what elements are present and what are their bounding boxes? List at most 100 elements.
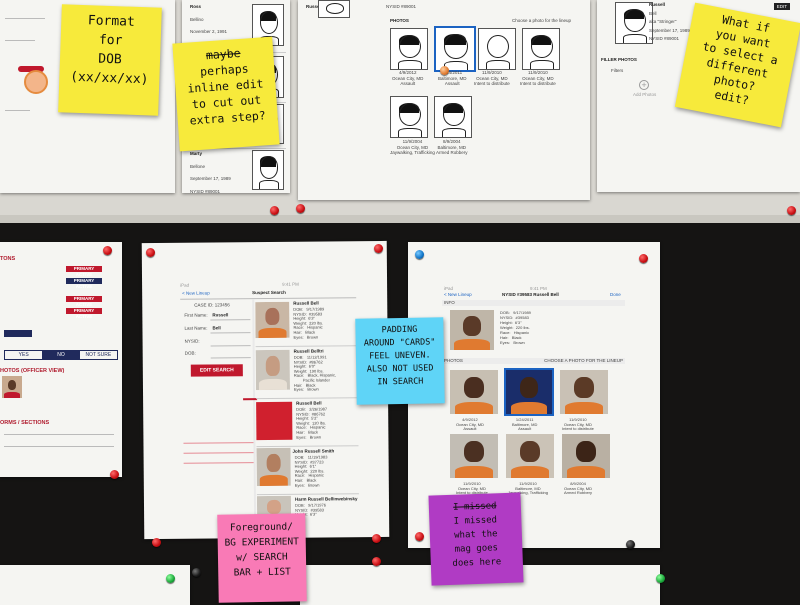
result-card-2[interactable]: Russell Belltri DOB: 11/12/1991 NYSID: #… — [255, 347, 358, 396]
wire-line — [5, 40, 35, 41]
sticky-padding: PADDING AROUND "CARDS" FEEL UNEVEN. ALSO… — [355, 317, 445, 405]
back-link[interactable]: < New Lineup — [444, 292, 472, 298]
wire-line — [5, 18, 45, 19]
last-name-label: Last Name: — [184, 325, 208, 331]
photo-caption: 11/9/2004 Ocean City, MD Jaywalking, Tra… — [390, 139, 435, 155]
primary-button[interactable]: PRIMARY ACTIVE — [66, 296, 102, 307]
field-underline — [210, 345, 251, 347]
photo-thumb-5[interactable] — [390, 96, 428, 138]
subject-photo — [450, 310, 494, 350]
entry-dob: September 17, 1989 — [190, 176, 231, 181]
first-name-label: First Name: — [184, 312, 208, 318]
dark-button[interactable] — [4, 330, 32, 337]
push-pin-icon — [146, 248, 155, 257]
photos-hint: CHOOSE A PHOTO FOR THE LINEUP — [544, 358, 623, 363]
push-pin-icon — [296, 204, 305, 213]
result-card-3[interactable]: Russell Bell DOB: 2/26/1987 NYSID: #8676… — [256, 399, 358, 446]
status-time: 9:41 PM — [530, 286, 547, 291]
suspect-search-sheet: iPad 9:41 PM < New Lineup Suspect Search… — [141, 240, 390, 540]
sticky-text: PADDING AROUND "CARDS" FEEL UNEVEN. ALSO… — [363, 324, 436, 388]
push-pin-icon — [166, 574, 175, 583]
push-pin-icon — [639, 254, 648, 263]
photo-thumb-2[interactable] — [434, 26, 476, 72]
avatar-icon — [24, 70, 48, 94]
photos-header: PHOTOS CHOOSE A PHOTO FOR THE LINEUP — [442, 358, 625, 364]
mugshot-4[interactable] — [450, 434, 498, 478]
push-pin-icon — [372, 557, 381, 566]
mugshot-3[interactable] — [560, 370, 608, 414]
connector-line — [183, 462, 254, 464]
connector-line — [183, 452, 254, 454]
sticky-missed: I missed I missed what the mag goes does… — [428, 492, 524, 586]
push-pin-icon — [626, 540, 635, 549]
subject-last: Bell — [649, 10, 657, 16]
push-pin-icon — [270, 206, 279, 215]
result-card-1[interactable]: Russell Bell DOB: 9/17/1989 NYSID: #3958… — [255, 299, 357, 344]
segment-no[interactable]: NO — [42, 351, 80, 359]
segmented-control[interactable]: YES NO NOT SURE — [4, 350, 118, 360]
last-name-field[interactable]: Bell — [212, 325, 220, 331]
connector-line — [183, 442, 254, 444]
mugshot-5[interactable] — [506, 434, 554, 478]
entry-last: Bellone — [190, 163, 206, 169]
photo-thumb-6[interactable] — [434, 96, 472, 138]
card-details: DOB: 11/12/1991 NYSID: #86762 Height: 6'… — [293, 354, 337, 392]
card-name: Russell Belltri — [293, 348, 324, 354]
subject-nysid: NYSID #89001 — [386, 4, 417, 9]
photo-thumb-3[interactable] — [478, 28, 516, 70]
entry-dob: November 2, 1991 — [190, 29, 228, 34]
field-underline — [210, 332, 251, 334]
suspect-photo-placeholder — [256, 401, 293, 441]
list-entry-4[interactable]: Marty Bellone September 17, 1989 NYSID #… — [190, 151, 231, 194]
face-sketch — [318, 0, 350, 18]
suspect-photo — [256, 447, 291, 487]
photo-wireframe-paper: Russell NYSID #89001 PHOTOS Choose a pho… — [298, 0, 590, 200]
status-carrier: iPad — [444, 286, 454, 291]
add-photo-icon[interactable]: + — [639, 80, 649, 90]
subject-details: DOB: 9/17/1989 NYSID: #39583 Height: 6'3… — [500, 310, 531, 345]
section-forms-title: ORMS / SECTIONS — [0, 420, 50, 426]
primary-button[interactable]: PRIMARY ACTIVE — [66, 308, 102, 319]
status-time: 9:41 PM — [282, 281, 299, 287]
entry-nysid: NYSID #89001 — [190, 188, 221, 194]
case-id: CASE ID: 123456 — [194, 302, 230, 308]
push-pin-icon — [372, 534, 381, 543]
sticky-format-dob: Format for DOB (xx/xx/xx) — [58, 4, 162, 116]
photo-thumb-4[interactable] — [522, 28, 560, 70]
segment-yes[interactable]: YES — [5, 351, 42, 359]
filters-label[interactable]: Filters — [611, 68, 623, 74]
first-name-field[interactable]: Russell — [212, 312, 228, 318]
sticky-inline-edit: maybe perhaps inline edit to cut out ext… — [172, 36, 280, 152]
done-button[interactable]: Done — [610, 292, 621, 298]
suspect-photo — [255, 301, 290, 339]
push-pin-icon — [103, 246, 112, 255]
mugshot-caption: 8/9/2004 Ocean City, MD Armed Robbery — [564, 481, 593, 496]
suspect-photo — [255, 349, 290, 391]
subject-dob: September 17, 1989 — [649, 27, 690, 33]
bottom-paper — [0, 565, 190, 605]
result-card-4[interactable]: John Russell Smith DOB: 11/19/1983 NYSID… — [256, 447, 359, 494]
back-link[interactable]: < New Lineup — [182, 290, 210, 296]
edit-badge[interactable]: EDIT — [773, 3, 790, 10]
photo-thumb-1[interactable] — [390, 28, 428, 70]
sticky-text: Foreground/ BG EXPERIMENT w/ SEARCH BAR … — [224, 521, 299, 579]
mugshot-6[interactable] — [562, 434, 610, 478]
add-photos-label[interactable]: Add Photos — [633, 92, 656, 98]
section-photos-title: HOTOS (OFFICER VIEW) — [0, 368, 65, 374]
photos-hint: Choose a photo for the lineup — [512, 18, 572, 23]
segment-not-sure[interactable]: NOT SURE — [80, 351, 117, 359]
wire-subject-details: NYSID #89001 — [386, 4, 416, 10]
sticky-what-if: What if you want to select a different p… — [674, 2, 800, 128]
push-pin-icon — [415, 250, 424, 259]
status-carrier: iPad — [180, 282, 190, 288]
filler-label: FILLER PHOTOS — [601, 57, 637, 62]
mugshot-1[interactable] — [450, 370, 498, 414]
edit-search-button[interactable]: EDIT SEARCH — [190, 364, 243, 377]
primary-button[interactable]: PRIMARY ACTIVE — [66, 278, 102, 289]
mugshot-2-selected[interactable] — [504, 368, 554, 416]
push-pin-icon — [152, 538, 161, 547]
primary-button[interactable]: PRIMARY ACTIVE — [66, 266, 102, 277]
card-name: Russell Bell — [293, 300, 319, 306]
subject-info: Russell Bell aka "Stringer" September 17… — [649, 2, 690, 42]
board-rail — [0, 215, 800, 223]
